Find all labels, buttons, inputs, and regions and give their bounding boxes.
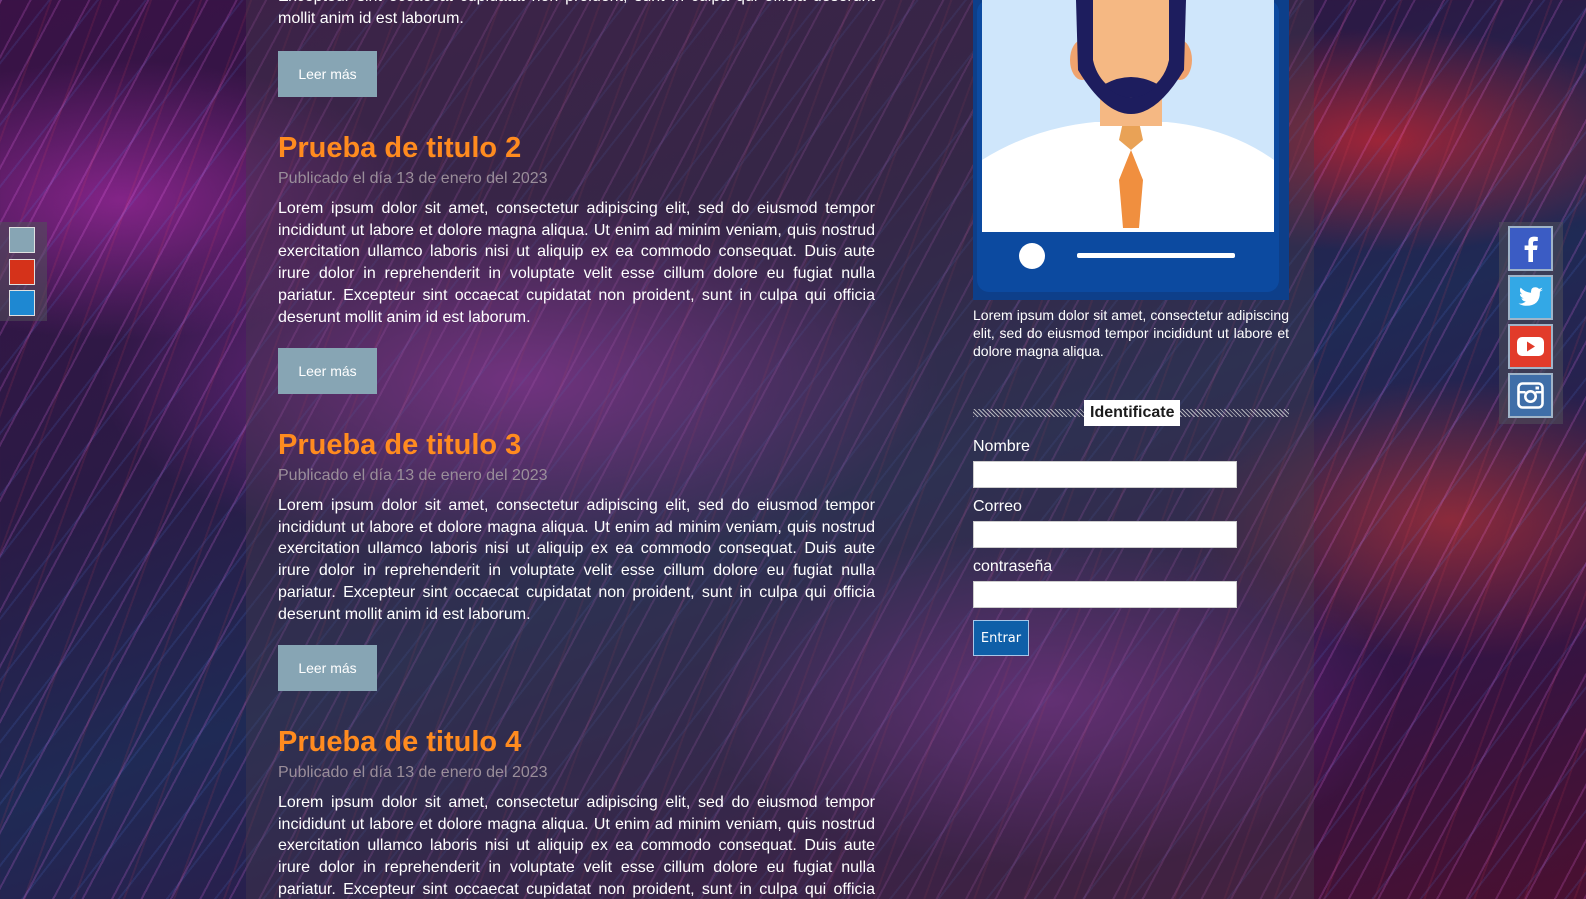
post-date: Publicado el día 13 de enero del 2023 [278,764,548,781]
post-title[interactable]: Prueba de titulo 4 [278,725,521,759]
post-title[interactable]: Prueba de titulo 2 [278,131,521,165]
theme-swatch-red[interactable] [9,259,35,285]
read-more-button[interactable]: Leer más [278,51,377,97]
post-title[interactable]: Prueba de titulo 3 [278,428,521,462]
read-more-button[interactable]: Leer más [278,645,377,691]
instagram-button[interactable] [1508,373,1553,418]
login-heading: Identificate [973,400,1289,426]
twitter-button[interactable] [1508,275,1553,320]
theme-swatch-blue[interactable] [9,290,35,316]
youtube-button[interactable] [1508,324,1553,369]
post-body: Lorem ipsum dolor sit amet, consectetur … [278,794,875,898]
email-field[interactable] [973,521,1237,548]
password-field[interactable] [973,581,1237,608]
name-field[interactable] [973,461,1237,488]
theme-swatch-steel-blue[interactable] [9,227,35,253]
profile-person-illustration [973,0,1289,300]
facebook-button[interactable] [1508,226,1553,271]
login-heading-label: Identificate [1084,400,1181,426]
facebook-icon [1524,236,1538,262]
login-submit-button[interactable]: Entrar [973,620,1029,656]
name-label: Nombre [973,438,1030,455]
post-date: Publicado el día 13 de enero del 2023 [278,170,548,187]
page-container: Excepteur sint occaecat cupidatat non pr… [246,0,1314,899]
theme-switcher [0,222,47,321]
youtube-icon [1517,337,1544,356]
instagram-icon [1517,382,1544,409]
post-date: Publicado el día 13 de enero del 2023 [278,467,548,484]
read-more-button[interactable]: Leer más [278,348,377,394]
post-body: Lorem ipsum dolor sit amet, consectetur … [278,200,875,326]
social-links [1499,222,1563,424]
profile-description: Lorem ipsum dolor sit amet, consectetur … [973,307,1289,359]
profile-illustration [973,0,1289,300]
password-label: contraseña [973,558,1053,575]
email-label: Correo [973,498,1022,515]
twitter-icon [1518,287,1543,306]
post-body-partial: Excepteur sint occaecat cupidatat non pr… [278,0,875,27]
post-body: Lorem ipsum dolor sit amet, consectetur … [278,497,875,623]
